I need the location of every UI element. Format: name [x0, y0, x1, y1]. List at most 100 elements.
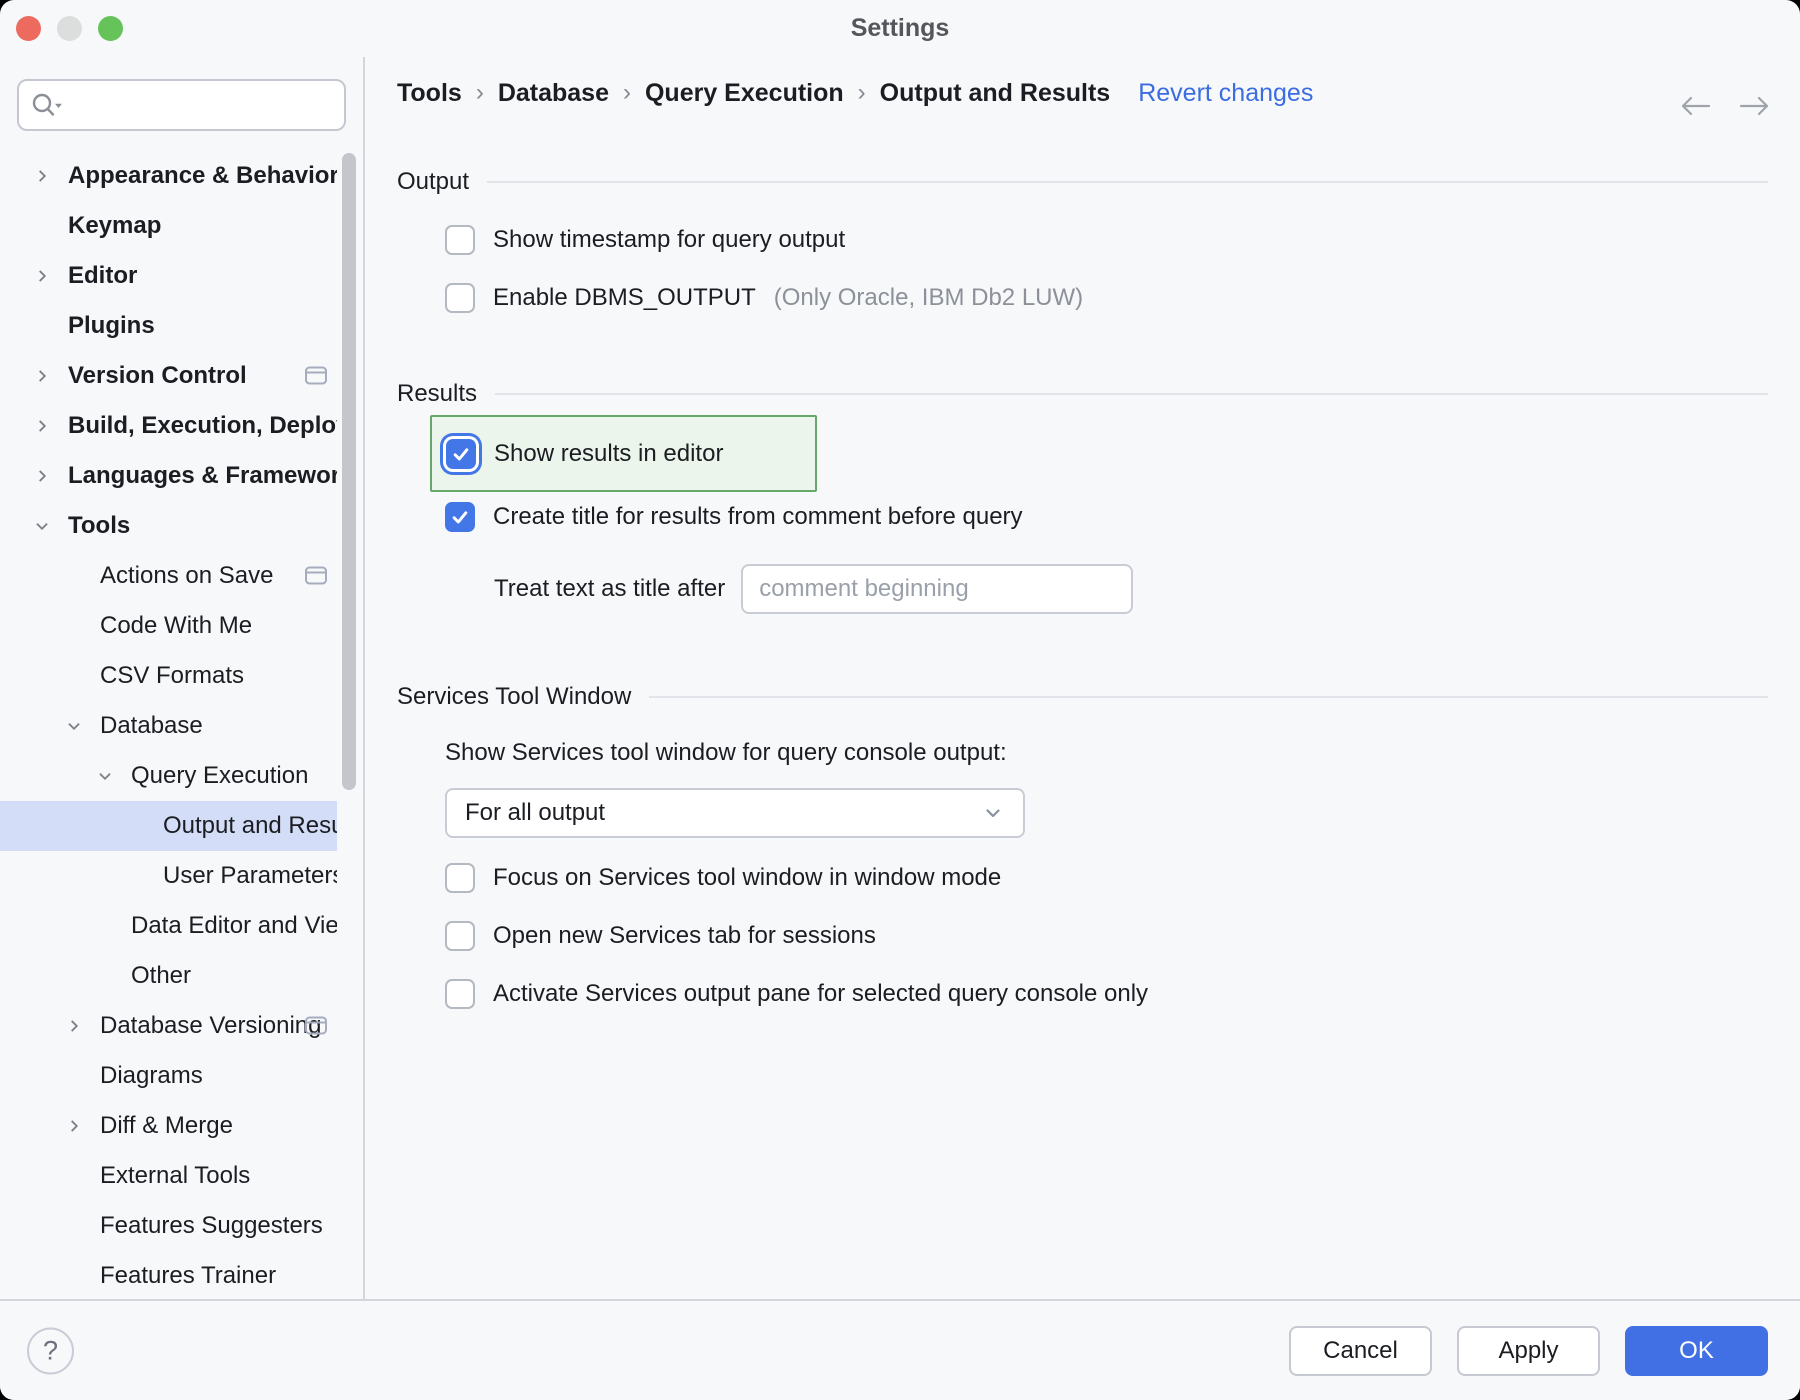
checkbox-label: Show results in editor [494, 440, 723, 468]
chevron-spacer [62, 564, 86, 588]
chevron-right-icon[interactable] [30, 414, 54, 438]
title-after-input[interactable] [741, 564, 1133, 614]
chevron-down-icon[interactable] [62, 714, 86, 738]
chevron-down-icon[interactable] [30, 514, 54, 538]
title-after-row: Treat text as title after [494, 564, 1768, 614]
minimize-button[interactable] [57, 16, 82, 41]
checkbox-activate-services-output-pane-for-selected-query-console-only[interactable] [445, 979, 475, 1009]
window-title: Settings [851, 14, 950, 43]
settings-content: Tools›Database›Query Execution›Output an… [365, 57, 1800, 1299]
dialog-buttons: Cancel Apply OK [1289, 1326, 1768, 1376]
setting-row-show-results-in-editor: Show results in editor [446, 437, 723, 471]
sidebar-item-label: Plugins [68, 312, 337, 340]
checkbox-show-timestamp-for-query-output[interactable] [445, 225, 475, 255]
main-area: Appearance & BehaviorKeymapEditor Plugins… [0, 57, 1800, 1299]
chevron-right-icon[interactable] [30, 364, 54, 388]
sidebar-item-code-with-me[interactable]: Code With Me [0, 601, 337, 651]
sidebar-item-user-parameters[interactable]: User Parameters [0, 851, 337, 901]
chevron-spacer [125, 864, 149, 888]
chevron-spacer [125, 814, 149, 838]
sidebar-item-label: Diff & Merge [100, 1112, 337, 1140]
breadcrumb-separator: › [623, 79, 631, 107]
sidebar-item-languages-frameworks[interactable]: Languages & Frameworks [0, 451, 337, 501]
checkbox-open-new-services-tab-for-sessions[interactable] [445, 921, 475, 951]
chevron-spacer [93, 914, 117, 938]
sidebar-item-csv-formats[interactable]: CSV Formats [0, 651, 337, 701]
sidebar-item-label: Query Execution [131, 762, 337, 790]
sidebar-item-label: Diagrams [100, 1062, 337, 1090]
sidebar-item-database-versioning[interactable]: Database Versioning [0, 1001, 337, 1051]
chevron-down-icon [981, 801, 1005, 825]
sidebar-item-label: User Parameters [163, 862, 337, 890]
sidebar-item-features-suggesters[interactable]: Features Suggesters [0, 1201, 337, 1251]
setting-row-enable-dbms-output: Enable DBMS_OUTPUT(Only Oracle, IBM Db2 … [445, 281, 1768, 315]
checkbox-enable-dbms-output[interactable] [445, 283, 475, 313]
sidebar-item-keymap[interactable]: Keymap [0, 201, 337, 251]
checkbox-label: Enable DBMS_OUTPUT [493, 284, 756, 312]
sidebar-item-build-execution-deployment[interactable]: Build, Execution, Deployment [0, 401, 337, 451]
breadcrumb-item-query-execution[interactable]: Query Execution [645, 79, 844, 108]
help-button[interactable]: ? [27, 1327, 74, 1374]
sidebar-item-database[interactable]: Database [0, 701, 337, 751]
chevron-down-icon[interactable] [93, 764, 117, 788]
sidebar-item-appearance-behavior[interactable]: Appearance & Behavior [0, 151, 337, 201]
breadcrumb-item-output-and-results[interactable]: Output and Results [880, 79, 1111, 108]
chevron-spacer [62, 1064, 86, 1088]
close-button[interactable] [16, 16, 41, 41]
setting-row-open-new-services-tab-for-sessions: Open new Services tab for sessions [445, 919, 1768, 953]
back-button[interactable] [1678, 93, 1712, 119]
settings-sidebar: Appearance & BehaviorKeymapEditor Plugins… [0, 57, 365, 1299]
traffic-lights [16, 16, 123, 41]
sidebar-item-label: Code With Me [100, 612, 337, 640]
search-icon [29, 91, 63, 119]
chevron-right-icon[interactable] [30, 264, 54, 288]
sidebar-item-other[interactable]: Other [0, 951, 337, 1001]
services-output-dropdown[interactable]: For all output [445, 788, 1025, 838]
sidebar-item-plugins[interactable]: Plugins [0, 301, 337, 351]
sidebar-item-label: Tools [68, 512, 337, 540]
checkbox-show-results-in-editor[interactable] [446, 439, 476, 469]
output-checkbox-group: Show timestamp for query output Enable DB… [445, 223, 1768, 315]
breadcrumb-item-database[interactable]: Database [498, 79, 609, 108]
cancel-button[interactable]: Cancel [1289, 1326, 1432, 1376]
checkbox-label: Show timestamp for query output [493, 226, 845, 254]
title-after-label: Treat text as title after [494, 575, 725, 603]
chevron-right-icon[interactable] [62, 1014, 86, 1038]
apply-button[interactable]: Apply [1457, 1326, 1600, 1376]
sidebar-item-features-trainer[interactable]: Features Trainer [0, 1251, 337, 1299]
chevron-right-icon[interactable] [30, 464, 54, 488]
sidebar-item-external-tools[interactable]: External Tools [0, 1151, 337, 1201]
settings-search-input[interactable] [67, 90, 334, 120]
zoom-button[interactable] [98, 16, 123, 41]
setting-row-activate-services-output-pane-for-selected-query-console-only: Activate Services output pane for select… [445, 977, 1768, 1011]
dropdown-value: For all output [465, 799, 605, 827]
sidebar-scrollbar[interactable] [342, 153, 356, 790]
breadcrumb-item-tools[interactable]: Tools [397, 79, 462, 108]
sidebar-item-label: Build, Execution, Deployment [68, 412, 337, 440]
sidebar-item-editor[interactable]: Editor [0, 251, 337, 301]
search-field[interactable] [17, 79, 346, 131]
history-nav [1678, 93, 1772, 119]
sidebar-item-query-execution[interactable]: Query Execution [0, 751, 337, 801]
ok-button[interactable]: OK [1625, 1326, 1768, 1376]
sidebar-item-label: Output and Results [163, 812, 337, 840]
breadcrumb-separator: › [476, 79, 484, 107]
sidebar-item-diagrams[interactable]: Diagrams [0, 1051, 337, 1101]
sidebar-item-data-editor-and-viewer[interactable]: Data Editor and Viewer [0, 901, 337, 951]
setting-row-show-timestamp-for-query-output: Show timestamp for query output [445, 223, 1768, 257]
sidebar-item-version-control[interactable]: Version Control [0, 351, 337, 401]
create-title-setting: Create title for results from comment be… [445, 500, 1768, 534]
checkbox-focus-on-services-tool-window-in-window-mode[interactable] [445, 863, 475, 893]
chevron-spacer [62, 1264, 86, 1288]
sidebar-item-actions-on-save[interactable]: Actions on Save [0, 551, 337, 601]
services-dropdown-label: Show Services tool window for query cons… [445, 739, 1768, 767]
sidebar-item-diff-merge[interactable]: Diff & Merge [0, 1101, 337, 1151]
chevron-right-icon[interactable] [62, 1114, 86, 1138]
sidebar-item-label: Features Suggesters [100, 1212, 337, 1240]
sidebar-item-tools[interactable]: Tools [0, 501, 337, 551]
sidebar-item-output-and-results[interactable]: Output and Results [0, 801, 337, 851]
forward-button[interactable] [1738, 93, 1772, 119]
checkbox-create-title-for-results-from-comment-before-query[interactable] [445, 502, 475, 532]
revert-changes-link[interactable]: Revert changes [1138, 79, 1313, 108]
chevron-right-icon[interactable] [30, 164, 54, 188]
